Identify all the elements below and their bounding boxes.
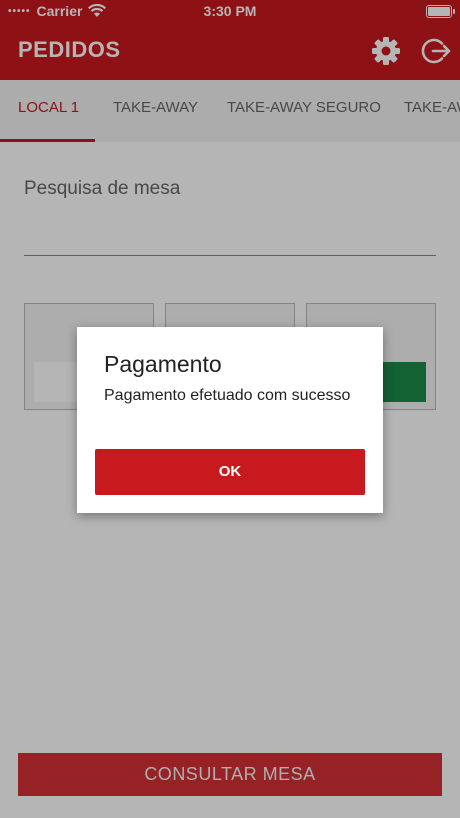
payment-dialog: Pagamento Pagamento efetuado com sucesso… bbox=[77, 327, 383, 513]
ok-button[interactable]: OK bbox=[95, 449, 365, 495]
dialog-title: Pagamento bbox=[104, 351, 222, 377]
dialog-message: Pagamento efetuado com sucesso bbox=[104, 387, 351, 404]
